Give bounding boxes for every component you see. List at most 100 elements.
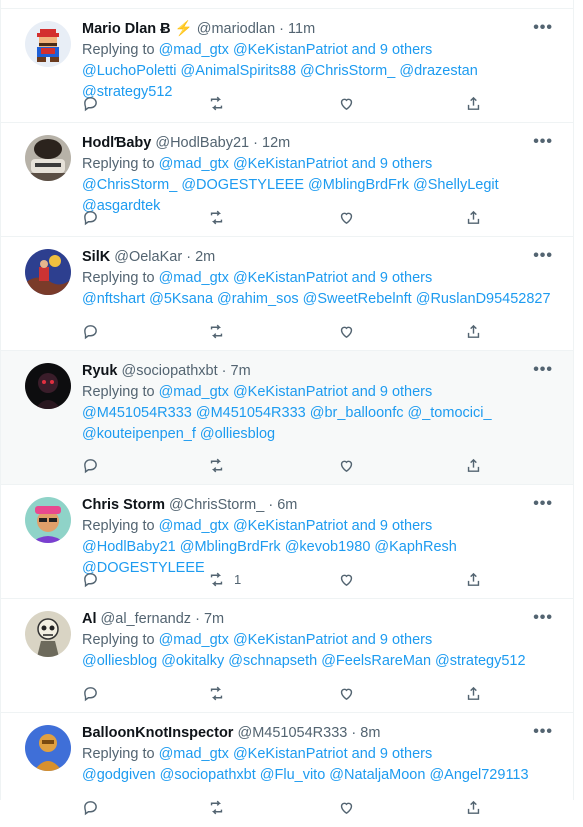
more-icon[interactable]: ••• (533, 133, 553, 151)
timestamp[interactable]: 6m (277, 497, 297, 513)
share-button[interactable] (465, 93, 482, 113)
display-name[interactable]: BalloonKnotInspector (82, 725, 233, 741)
replying-to-link[interactable]: @mad_gtx @KeKistanPatriot and 9 others (159, 156, 433, 172)
replying-to-link[interactable]: @mad_gtx @KeKistanPatriot and 9 others (159, 632, 433, 648)
reply-button[interactable] (82, 93, 99, 113)
retweet-icon (210, 324, 223, 338)
tweet[interactable]: BalloonKnotInspector @M451054R333 · 8m •… (1, 713, 573, 827)
retweet-button[interactable] (208, 207, 234, 227)
replying-to-link[interactable]: @mad_gtx @KeKistanPatriot and 9 others (159, 518, 433, 534)
tweet[interactable]: Mario Dlan Ƀ ⚡ @mariodlan · 11m ••• Repl… (1, 9, 573, 123)
user-handle[interactable]: @HodlBaby21 (155, 135, 249, 151)
like-button[interactable] (338, 569, 355, 589)
like-button[interactable] (338, 797, 355, 817)
replying-to-link[interactable]: @mad_gtx @KeKistanPatriot and 9 others (159, 384, 433, 400)
mentions[interactable]: @nftshart @5Ksana @rahim_sos @SweetRebel… (82, 289, 562, 310)
separator-dot: · (279, 21, 285, 37)
share-button[interactable] (465, 455, 482, 475)
replying-to-link[interactable]: @mad_gtx @KeKistanPatriot and 9 others (159, 42, 433, 58)
tweet[interactable]: HodlƁaby @HodlBaby21 · 12m ••• Replying … (1, 123, 573, 237)
like-button[interactable] (338, 455, 355, 475)
display-name[interactable]: Chris Storm (82, 497, 165, 513)
tweet[interactable]: Al @al_fernandz · 7m ••• Replying to @ma… (1, 599, 573, 713)
mentions[interactable]: @kouteipenpen_f @olliesblog (82, 424, 562, 445)
more-icon[interactable]: ••• (533, 495, 553, 513)
retweet-button[interactable]: 1 (208, 569, 241, 589)
replying-to-link[interactable]: @mad_gtx @KeKistanPatriot and 9 others (159, 270, 433, 286)
reply-button[interactable] (82, 569, 99, 589)
display-name[interactable]: SilK (82, 249, 110, 265)
avatar[interactable] (25, 21, 71, 67)
retweet-button[interactable] (208, 321, 234, 341)
share-button[interactable] (465, 207, 482, 227)
retweet-button[interactable] (208, 455, 234, 475)
replying-to: Replying to @mad_gtx @KeKistanPatriot an… (82, 40, 562, 61)
replying-to-link[interactable]: @mad_gtx @KeKistanPatriot and 9 others (159, 746, 433, 762)
more-icon[interactable]: ••• (533, 361, 553, 379)
more-icon[interactable]: ••• (533, 609, 553, 627)
like-icon (340, 574, 353, 586)
avatar[interactable] (25, 249, 71, 295)
tweet-header: Chris Storm @ChrisStorm_ · 6m (82, 495, 297, 515)
retweet-button[interactable] (208, 797, 234, 817)
timestamp[interactable]: 11m (288, 21, 315, 37)
reply-button[interactable] (82, 321, 99, 341)
share-icon (467, 572, 480, 586)
mentions[interactable]: @M451054R333 @M451054R333 @br_balloonfc … (82, 403, 562, 424)
reply-icon (84, 324, 97, 339)
share-button[interactable] (465, 569, 482, 589)
timestamp[interactable]: 7m (204, 611, 224, 627)
like-icon (340, 326, 353, 338)
avatar[interactable] (25, 611, 71, 657)
share-icon (467, 686, 480, 700)
like-icon (340, 688, 353, 700)
tweet-actions (82, 93, 482, 113)
avatar[interactable] (25, 135, 71, 181)
display-name[interactable]: Mario Dlan Ƀ (82, 21, 171, 37)
user-handle[interactable]: @mariodlan (197, 21, 275, 37)
avatar[interactable] (25, 725, 71, 771)
tweet-actions (82, 797, 482, 817)
more-icon[interactable]: ••• (533, 247, 553, 265)
display-name[interactable]: Ryuk (82, 363, 117, 379)
display-name[interactable]: HodlƁaby (82, 135, 151, 151)
user-handle[interactable]: @OelaKar (114, 249, 182, 265)
user-handle[interactable]: @ChrisStorm_ (169, 497, 264, 513)
mentions[interactable]: @olliesblog @okitalky @schnapseth @Feels… (82, 651, 562, 672)
retweet-button[interactable] (208, 93, 234, 113)
more-icon[interactable]: ••• (533, 19, 553, 37)
share-button[interactable] (465, 797, 482, 817)
like-button[interactable] (338, 207, 355, 227)
reply-button[interactable] (82, 207, 99, 227)
tweet[interactable]: SilK @OelaKar · 2m ••• Replying to @mad_… (1, 237, 573, 351)
timestamp[interactable]: 7m (231, 363, 251, 379)
share-button[interactable] (465, 321, 482, 341)
user-handle[interactable]: @M451054R333 (237, 725, 347, 741)
user-handle[interactable]: @al_fernandz (101, 611, 192, 627)
top-divider (1, 0, 573, 9)
like-button[interactable] (338, 683, 355, 703)
timestamp[interactable]: 12m (262, 135, 290, 151)
mentions[interactable]: @godgiven @sociopathxbt @Flu_vito @Natal… (82, 765, 562, 786)
reply-icon (84, 96, 97, 111)
reply-button[interactable] (82, 455, 99, 475)
avatar[interactable] (25, 497, 71, 543)
timestamp[interactable]: 8m (360, 725, 380, 741)
tweet[interactable]: Ryuk @sociopathxbt · 7m ••• Replying to … (1, 351, 573, 485)
reply-button[interactable] (82, 797, 99, 817)
tweet[interactable]: Chris Storm @ChrisStorm_ · 6m ••• Replyi… (1, 485, 573, 599)
share-button[interactable] (465, 683, 482, 703)
retweet-button[interactable] (208, 683, 234, 703)
replying-to-label: Replying to (82, 384, 155, 400)
avatar[interactable] (25, 363, 71, 409)
user-handle[interactable]: @sociopathxbt (122, 363, 218, 379)
tweet-actions (82, 207, 482, 227)
reply-button[interactable] (82, 683, 99, 703)
like-button[interactable] (338, 93, 355, 113)
tweet-header: Al @al_fernandz · 7m (82, 609, 224, 629)
display-name[interactable]: Al (82, 611, 97, 627)
replying-to-label: Replying to (82, 156, 155, 172)
more-icon[interactable]: ••• (533, 723, 553, 741)
like-button[interactable] (338, 321, 355, 341)
timestamp[interactable]: 2m (195, 249, 215, 265)
